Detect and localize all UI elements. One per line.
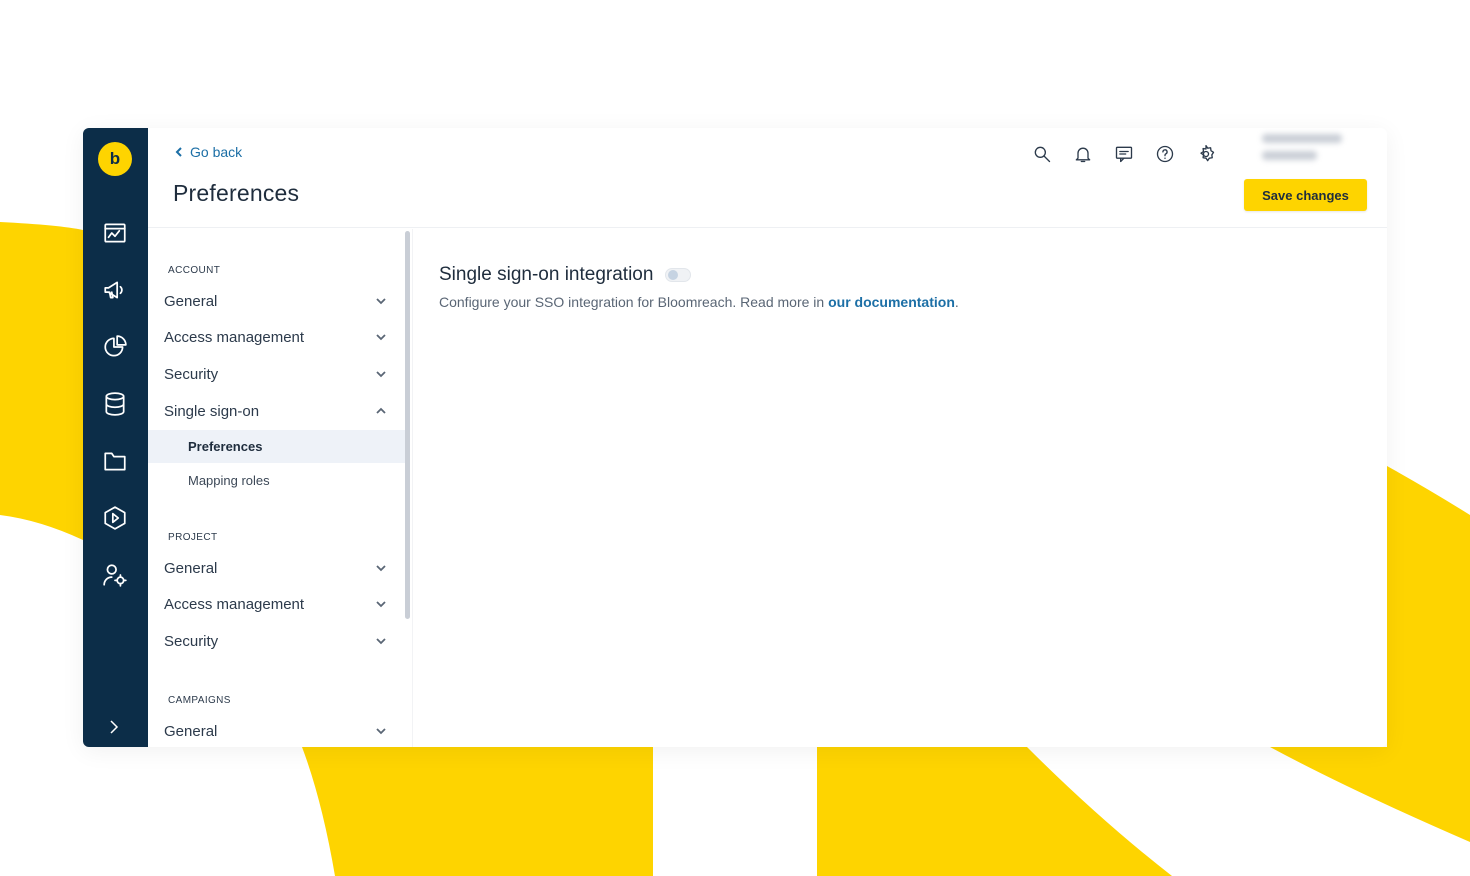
divider (412, 229, 413, 747)
gear-icon[interactable] (1195, 143, 1217, 165)
chat-icon[interactable] (1113, 143, 1135, 165)
chevron-down-icon (376, 371, 386, 378)
sidenav-scrollbar[interactable] (405, 231, 410, 619)
pie-chart-icon[interactable] (101, 333, 129, 361)
database-icon[interactable] (101, 390, 129, 418)
bg-shape-bottom-right (817, 747, 1172, 876)
chevron-up-icon (376, 407, 386, 414)
chevron-down-icon (376, 728, 386, 735)
app-window: b Go back Preferences Save changes ACCOU… (83, 128, 1387, 747)
user-menu-blurred[interactable] (1262, 134, 1372, 170)
bloomreach-logo[interactable]: b (98, 142, 132, 176)
icon-rail: b (83, 128, 148, 747)
nav-project-general[interactable]: General (148, 551, 406, 585)
nav-project-access-management[interactable]: Access management (148, 587, 406, 621)
sso-heading: Single sign-on integration (439, 264, 1339, 286)
megaphone-icon[interactable] (101, 276, 129, 304)
nav-account-general[interactable]: General (148, 284, 406, 318)
nav-campaigns-general[interactable]: General (148, 714, 406, 747)
bg-shape-bottom-left (302, 747, 653, 876)
nav-sso-mapping-roles[interactable]: Mapping roles (148, 464, 406, 497)
go-back-label: Go back (190, 144, 243, 160)
page-header: Go back Preferences Save changes (148, 128, 1387, 228)
section-campaigns: CAMPAIGNS (168, 695, 231, 706)
save-changes-button[interactable]: Save changes (1244, 179, 1367, 211)
search-icon[interactable] (1031, 143, 1053, 165)
dashboard-icon[interactable] (101, 219, 129, 247)
chevron-down-icon (376, 638, 386, 645)
documentation-link[interactable]: our documentation (828, 294, 955, 310)
play-hexagon-icon[interactable] (101, 504, 129, 532)
nav-account-single-sign-on[interactable]: Single sign-on (148, 394, 406, 428)
sso-description: Configure your SSO integration for Bloom… (439, 294, 959, 310)
chevron-down-icon (376, 334, 386, 341)
nav-sso-preferences[interactable]: Preferences (148, 430, 406, 463)
chevron-down-icon (376, 601, 386, 608)
user-settings-icon[interactable] (101, 561, 129, 589)
chevron-left-icon (175, 147, 182, 157)
go-back-link[interactable]: Go back (174, 144, 242, 160)
chevron-right-icon[interactable] (105, 718, 125, 738)
section-project: PROJECT (168, 532, 218, 543)
nav-account-security[interactable]: Security (148, 357, 406, 391)
chevron-down-icon (376, 298, 386, 305)
section-account: ACCOUNT (168, 265, 221, 276)
chevron-down-icon (376, 565, 386, 572)
bg-shape-left (0, 222, 83, 540)
bell-icon[interactable] (1072, 143, 1094, 165)
folder-icon[interactable] (101, 447, 129, 475)
nav-project-security[interactable]: Security (148, 624, 406, 658)
top-toolbar (1031, 143, 1217, 165)
help-icon[interactable] (1154, 143, 1176, 165)
page-title: Preferences (173, 180, 300, 206)
main-content: Single sign-on integration Configure you… (439, 264, 1339, 310)
sso-title: Single sign-on integration (439, 264, 654, 285)
settings-sidenav: ACCOUNT General Access management Securi… (148, 229, 406, 747)
nav-account-access-management[interactable]: Access management (148, 320, 406, 354)
sso-toggle[interactable] (665, 268, 692, 282)
